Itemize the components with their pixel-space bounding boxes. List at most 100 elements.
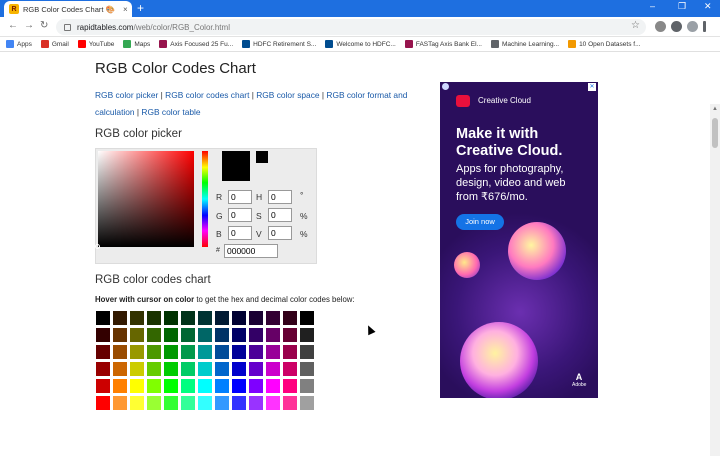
bookmark-item[interactable]: HDFC Retirement S... <box>242 40 316 48</box>
color-cell[interactable] <box>163 344 179 360</box>
color-cell[interactable] <box>180 378 196 394</box>
color-cell[interactable] <box>112 327 128 343</box>
color-cell[interactable] <box>214 344 230 360</box>
reload-icon[interactable]: ↻ <box>40 20 48 31</box>
color-cell[interactable] <box>146 327 162 343</box>
scrollbar-thumb[interactable] <box>712 118 718 148</box>
color-cell[interactable] <box>265 310 281 326</box>
bookmark-item[interactable]: Welcome to HDFC... <box>325 40 396 48</box>
color-cell[interactable] <box>214 327 230 343</box>
s-input[interactable]: 0 <box>268 208 292 222</box>
bookmark-item[interactable]: YouTube <box>77 40 114 48</box>
new-tab-button[interactable]: + <box>137 2 144 15</box>
color-cell[interactable] <box>180 395 196 411</box>
color-cell[interactable] <box>299 361 315 377</box>
profile-avatar[interactable] <box>687 21 698 32</box>
color-cell[interactable] <box>231 344 247 360</box>
color-cell[interactable] <box>299 344 315 360</box>
color-cell[interactable] <box>129 344 145 360</box>
color-cell[interactable] <box>282 361 298 377</box>
color-cell[interactable] <box>95 378 111 394</box>
back-icon[interactable]: ← <box>8 20 18 31</box>
color-cell[interactable] <box>299 327 315 343</box>
color-cell[interactable] <box>95 361 111 377</box>
h-input[interactable]: 0 <box>268 190 292 204</box>
color-cell[interactable] <box>146 395 162 411</box>
join-now-button[interactable]: Join now <box>456 214 504 230</box>
color-cell[interactable] <box>248 327 264 343</box>
color-cell[interactable] <box>112 395 128 411</box>
bookmark-item[interactable]: 10 Open Datasets f... <box>568 40 641 48</box>
color-cell[interactable] <box>265 395 281 411</box>
color-cell[interactable] <box>265 344 281 360</box>
bookmark-item[interactable]: Axis Focused 25 Fu... <box>159 40 233 48</box>
puzzle-icon[interactable] <box>671 21 682 32</box>
minimize-icon[interactable]: – <box>650 1 655 11</box>
color-cell[interactable] <box>112 344 128 360</box>
menu-icon[interactable] <box>703 21 706 32</box>
color-cell[interactable] <box>214 361 230 377</box>
color-cell[interactable] <box>163 378 179 394</box>
bookmark-item[interactable]: Gmail <box>40 40 69 48</box>
extension-icon[interactable] <box>655 21 666 32</box>
color-cell[interactable] <box>282 327 298 343</box>
color-cell[interactable] <box>197 395 213 411</box>
color-cell[interactable] <box>95 327 111 343</box>
b-input[interactable]: 0 <box>228 226 252 240</box>
topic-link[interactable]: RGB color codes chart <box>165 90 249 100</box>
color-cell[interactable] <box>129 395 145 411</box>
color-cell[interactable] <box>112 378 128 394</box>
topic-link[interactable]: RGB color table <box>141 107 200 117</box>
color-cell[interactable] <box>197 378 213 394</box>
color-cell[interactable] <box>163 395 179 411</box>
color-cell[interactable] <box>282 310 298 326</box>
page-scrollbar[interactable]: ▲ <box>710 104 720 456</box>
color-cell[interactable] <box>231 310 247 326</box>
color-cell[interactable] <box>197 344 213 360</box>
g-input[interactable]: 0 <box>228 208 252 222</box>
r-input[interactable]: 0 <box>228 190 252 204</box>
color-cell[interactable] <box>112 361 128 377</box>
color-cell[interactable] <box>282 344 298 360</box>
creative-cloud-ad[interactable]: ✕ Creative Cloud Make it with Creative C… <box>440 82 598 398</box>
color-cell[interactable] <box>282 395 298 411</box>
ad-close-icon[interactable]: ✕ <box>588 83 596 91</box>
hex-input[interactable]: 000000 <box>224 244 278 258</box>
color-cell[interactable] <box>95 395 111 411</box>
bookmark-item[interactable]: Apps <box>6 40 32 48</box>
color-cell[interactable] <box>163 310 179 326</box>
color-cell[interactable] <box>265 378 281 394</box>
picker-handle[interactable] <box>95 244 100 249</box>
color-cell[interactable] <box>265 361 281 377</box>
color-cell[interactable] <box>163 361 179 377</box>
color-cell[interactable] <box>197 310 213 326</box>
color-cell[interactable] <box>129 327 145 343</box>
color-cell[interactable] <box>95 310 111 326</box>
topic-link[interactable]: RGB color space <box>256 90 319 100</box>
color-cell[interactable] <box>248 395 264 411</box>
color-cell[interactable] <box>180 361 196 377</box>
color-cell[interactable] <box>282 378 298 394</box>
ad-info-icon[interactable] <box>442 83 449 90</box>
color-cell[interactable] <box>231 327 247 343</box>
v-input[interactable]: 0 <box>268 226 292 240</box>
color-cell[interactable] <box>214 395 230 411</box>
color-cell[interactable] <box>146 344 162 360</box>
scroll-up-icon[interactable]: ▲ <box>712 106 718 112</box>
saturation-value-square[interactable] <box>95 151 194 249</box>
tab-close-icon[interactable]: × <box>123 5 128 14</box>
color-cell[interactable] <box>146 361 162 377</box>
color-cell[interactable] <box>299 378 315 394</box>
color-cell[interactable] <box>299 310 315 326</box>
color-cell[interactable] <box>248 378 264 394</box>
bookmark-star-icon[interactable]: ☆ <box>631 20 640 31</box>
address-bar[interactable]: rapidtables.com/web/color/RGB_Color.html… <box>56 19 646 35</box>
color-cell[interactable] <box>146 378 162 394</box>
color-cell[interactable] <box>180 310 196 326</box>
color-cell[interactable] <box>146 310 162 326</box>
color-cell[interactable] <box>248 310 264 326</box>
color-cell[interactable] <box>214 378 230 394</box>
close-window-icon[interactable]: ✕ <box>704 1 712 12</box>
color-cell[interactable] <box>129 310 145 326</box>
color-cell[interactable] <box>112 310 128 326</box>
